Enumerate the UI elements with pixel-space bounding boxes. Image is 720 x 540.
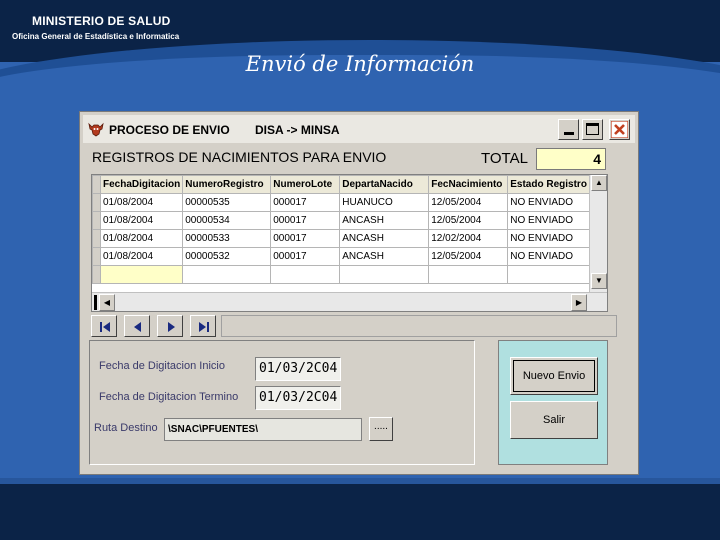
table-cell[interactable]: 000017 <box>270 247 341 266</box>
table-cell[interactable]: 00000534 <box>182 211 272 230</box>
prev-record-button[interactable] <box>124 315 150 337</box>
scroll-marker <box>94 295 97 310</box>
table-row-empty[interactable] <box>92 265 591 284</box>
navigator-filler <box>221 315 617 337</box>
table-cell[interactable]: 12/02/2004 <box>428 229 509 248</box>
table-cell[interactable]: 000017 <box>270 229 341 248</box>
table-cell-new[interactable] <box>428 265 509 284</box>
table-row[interactable]: 01/08/2004 00000532 000017 ANCASH 12/05/… <box>92 247 591 266</box>
next-record-button[interactable] <box>157 315 183 337</box>
scroll-up-icon[interactable]: ▲ <box>591 175 607 191</box>
ruta-destino-label: Ruta Destino <box>94 422 158 434</box>
last-record-icon <box>199 322 209 332</box>
window-title: PROCESO DE ENVIO <box>109 123 230 137</box>
table-cell-new[interactable] <box>339 265 430 284</box>
org-subtitle: Oficina General de Estadística e Informa… <box>12 32 180 41</box>
vertical-scrollbar[interactable]: ▲ ▼ <box>589 175 607 292</box>
table-cell[interactable]: NO ENVIADO <box>507 211 591 230</box>
table-cell[interactable]: NO ENVIADO <box>507 247 591 266</box>
org-name: MINISTERIO DE SALUD <box>32 14 171 28</box>
table-cell[interactable]: 00000533 <box>182 229 272 248</box>
close-icon <box>611 121 628 138</box>
minimize-button[interactable] <box>558 119 579 140</box>
table-cell[interactable]: 00000532 <box>182 247 272 266</box>
table-cell[interactable]: 12/05/2004 <box>428 193 509 212</box>
table-cell[interactable]: ANCASH <box>339 229 430 248</box>
nuevo-envio-button[interactable]: Nuevo Envio <box>510 357 598 395</box>
table-cell-new[interactable] <box>507 265 591 284</box>
footer-band <box>0 484 720 540</box>
table-cell-new[interactable] <box>270 265 341 284</box>
grid-heading: REGISTROS DE NACIMIENTOS PARA ENVIO <box>92 149 387 165</box>
column-header[interactable]: NumeroRegistro <box>182 175 272 194</box>
table-cell[interactable]: 000017 <box>270 193 341 212</box>
row-selector[interactable] <box>92 211 101 230</box>
close-button[interactable] <box>609 119 630 140</box>
total-value: 4 <box>536 148 606 170</box>
table-cell[interactable]: 01/08/2004 <box>99 193 184 212</box>
table-cell[interactable]: 12/05/2004 <box>428 247 509 266</box>
horizontal-scrollbar[interactable]: ◀ ▶ <box>92 292 607 311</box>
table-cell[interactable]: 12/05/2004 <box>428 211 509 230</box>
table-header-row: FechaDigitacion NumeroRegistro NumeroLot… <box>92 175 591 194</box>
browse-button[interactable]: ..... <box>369 417 393 441</box>
table-cell[interactable]: 000017 <box>270 211 341 230</box>
window-title-direction: DISA -> MINSA <box>255 123 340 137</box>
table-cell[interactable]: NO ENVIADO <box>507 193 591 212</box>
next-record-icon <box>168 322 175 332</box>
column-header[interactable]: DepartaNacido <box>339 175 430 194</box>
records-table: FechaDigitacion NumeroRegistro NumeroLot… <box>92 175 591 284</box>
row-selector[interactable] <box>92 229 101 248</box>
scroll-left-icon[interactable]: ◀ <box>99 294 115 311</box>
total-label: TOTAL <box>481 150 528 167</box>
salir-label: Salir <box>542 414 565 426</box>
scroll-right-icon[interactable]: ▶ <box>571 294 587 311</box>
maximize-button[interactable] <box>582 119 603 140</box>
table-cell[interactable]: 01/08/2004 <box>99 229 184 248</box>
column-header[interactable]: Estado Registro <box>507 175 591 194</box>
minimize-icon <box>564 132 574 135</box>
actions-panel: Nuevo Envio Salir <box>498 340 608 465</box>
table-cell-new[interactable] <box>99 265 184 284</box>
nuevo-envio-label: Nuevo Envio <box>522 370 586 382</box>
table-row[interactable]: 01/08/2004 00000533 000017 ANCASH 12/02/… <box>92 229 591 248</box>
scroll-down-icon[interactable]: ▼ <box>591 273 607 289</box>
table-cell[interactable]: HUANUCO <box>339 193 430 212</box>
row-selector-header <box>92 175 101 194</box>
first-record-button[interactable] <box>91 315 117 337</box>
table-row[interactable]: 01/08/2004 00000534 000017 ANCASH 12/05/… <box>92 211 591 230</box>
table-row[interactable]: 01/08/2004 00000535 000017 HUANUCO 12/05… <box>92 193 591 212</box>
ruta-destino-field[interactable]: \SNAC\PFUENTES\ <box>164 418 362 441</box>
table-cell-new[interactable] <box>182 265 272 284</box>
window-titlebar[interactable]: PROCESO DE ENVIO DISA -> MINSA <box>83 115 635 143</box>
row-selector[interactable] <box>92 265 101 284</box>
table-cell[interactable]: NO ENVIADO <box>507 229 591 248</box>
fecha-inicio-label: Fecha de Digitacion Inicio <box>99 360 225 372</box>
table-cell[interactable]: 01/08/2004 <box>99 247 184 266</box>
column-header[interactable]: FecNacimiento <box>428 175 509 194</box>
process-window: PROCESO DE ENVIO DISA -> MINSA REGISTROS… <box>79 111 639 475</box>
bull-icon <box>88 122 104 137</box>
fecha-termino-label: Fecha de Digitacion Termino <box>99 391 239 403</box>
salir-button[interactable]: Salir <box>510 401 598 439</box>
first-record-icon <box>100 322 110 332</box>
column-header[interactable]: FechaDigitacion <box>99 175 184 194</box>
table-cell[interactable]: ANCASH <box>339 247 430 266</box>
column-header[interactable]: NumeroLote <box>270 175 341 194</box>
row-selector[interactable] <box>92 193 101 212</box>
table-cell[interactable]: 00000535 <box>182 193 272 212</box>
prev-record-icon <box>134 322 141 332</box>
records-grid[interactable]: FechaDigitacion NumeroRegistro NumeroLot… <box>91 174 608 312</box>
table-cell[interactable]: 01/08/2004 <box>99 211 184 230</box>
last-record-button[interactable] <box>190 315 216 337</box>
fecha-inicio-field[interactable]: 01/03/2C04 <box>255 357 341 381</box>
slide-title: Envió de Información <box>245 52 475 76</box>
maximize-icon <box>586 123 599 135</box>
fecha-termino-field[interactable]: 01/03/2C04 <box>255 386 341 410</box>
row-selector[interactable] <box>92 247 101 266</box>
table-cell[interactable]: ANCASH <box>339 211 430 230</box>
